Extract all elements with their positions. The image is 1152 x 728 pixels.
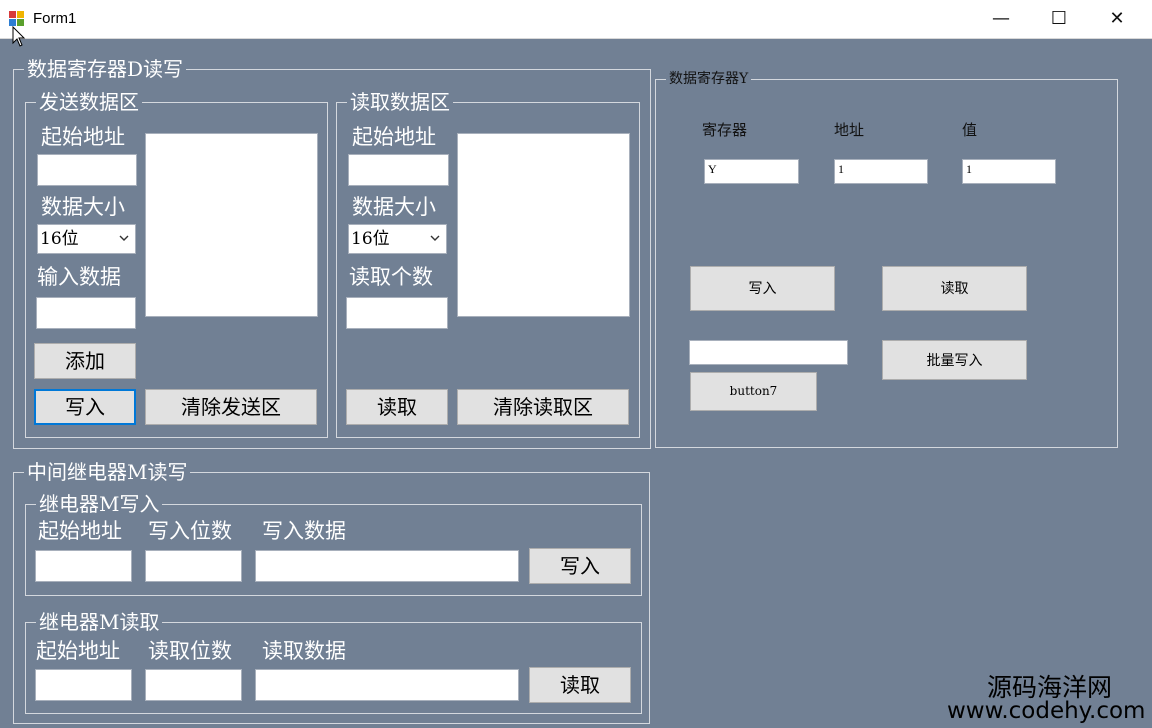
maximize-icon: ☐ xyxy=(1050,8,1068,29)
clear-read-area-button[interactable]: 清除读取区 xyxy=(457,389,629,425)
address-label: 地址 xyxy=(834,122,865,139)
m-write-bits-label: 写入位数 xyxy=(148,519,232,543)
read-data-group-title: 读取数据区 xyxy=(347,90,453,114)
m-read-bits-label: 读取位数 xyxy=(148,639,232,663)
chevron-down-icon xyxy=(430,235,440,241)
input-data-label: 输入数据 xyxy=(37,265,121,289)
y-read-button[interactable]: 读取 xyxy=(882,266,1027,311)
send-start-address-label: 起始地址 xyxy=(41,125,125,149)
y-register-group-title: 数据寄存器Y xyxy=(666,70,752,88)
m-read-button[interactable]: 读取 xyxy=(529,667,631,703)
title-bar: Form1 — ☐ ✕ xyxy=(0,0,1152,39)
read-start-address-label: 起始地址 xyxy=(352,125,436,149)
m-relay-group: 中间继电器M读写 继电器M写入 起始地址 写入位数 写入数据 写入 继电器M读取… xyxy=(13,460,650,724)
window-title: Form1 xyxy=(33,10,77,27)
m-relay-write-group: 继电器M写入 起始地址 写入位数 写入数据 写入 xyxy=(25,492,642,596)
d-register-group-title: 数据寄存器D读写 xyxy=(24,57,187,81)
address-input[interactable]: 1 xyxy=(834,159,928,184)
write-button[interactable]: 写入 xyxy=(34,389,136,425)
read-data-group: 读取数据区 起始地址 数据大小 16位 读取个数 读取 清除读取区 xyxy=(336,90,640,438)
send-data-listbox[interactable] xyxy=(145,133,318,317)
button7[interactable]: button7 xyxy=(690,372,817,411)
send-start-address-input[interactable] xyxy=(37,154,137,186)
send-data-size-label: 数据大小 xyxy=(41,195,125,219)
m-read-data-input[interactable] xyxy=(255,669,519,701)
m-relay-read-group-title: 继电器M读取 xyxy=(36,610,163,634)
m-write-button[interactable]: 写入 xyxy=(529,548,631,584)
m-relay-group-title: 中间继电器M读写 xyxy=(24,460,191,484)
batch-input[interactable] xyxy=(689,340,848,365)
add-button[interactable]: 添加 xyxy=(34,343,136,379)
close-button[interactable]: ✕ xyxy=(1088,0,1146,38)
chevron-down-icon xyxy=(119,235,129,241)
read-data-size-value: 16位 xyxy=(351,229,390,249)
clear-send-area-button[interactable]: 清除发送区 xyxy=(145,389,317,425)
m-write-data-label: 写入数据 xyxy=(262,519,346,543)
m-relay-read-group: 继电器M读取 起始地址 读取位数 读取数据 读取 xyxy=(25,610,642,714)
maximize-button[interactable]: ☐ xyxy=(1030,0,1088,38)
m-read-bits-input[interactable] xyxy=(145,669,242,701)
register-input[interactable]: Y xyxy=(704,159,799,184)
m-write-bits-input[interactable] xyxy=(145,550,242,582)
read-button[interactable]: 读取 xyxy=(346,389,448,425)
close-icon: ✕ xyxy=(1109,8,1125,29)
send-data-size-value: 16位 xyxy=(40,229,79,249)
m-write-start-address-label: 起始地址 xyxy=(38,519,122,543)
read-count-input[interactable] xyxy=(346,297,448,329)
read-data-listbox[interactable] xyxy=(457,133,630,317)
read-data-size-select[interactable]: 16位 xyxy=(348,224,447,254)
read-start-address-input[interactable] xyxy=(348,154,449,186)
send-data-size-select[interactable]: 16位 xyxy=(37,224,136,254)
m-read-start-address-input[interactable] xyxy=(35,669,132,701)
m-read-data-label: 读取数据 xyxy=(262,639,346,663)
form-client-area: 数据寄存器D读写 发送数据区 起始地址 数据大小 16位 输入数据 添加 写入 … xyxy=(0,39,1152,728)
app-icon xyxy=(9,11,25,27)
m-relay-write-group-title: 继电器M写入 xyxy=(36,492,163,516)
register-label: 寄存器 xyxy=(702,122,748,139)
y-write-button[interactable]: 写入 xyxy=(690,266,835,311)
value-label: 值 xyxy=(962,122,978,139)
m-write-start-address-input[interactable] xyxy=(35,550,132,582)
send-data-group: 发送数据区 起始地址 数据大小 16位 输入数据 添加 写入 清除发送区 xyxy=(25,90,328,438)
read-count-label: 读取个数 xyxy=(349,265,433,289)
value-input[interactable]: 1 xyxy=(962,159,1056,184)
batch-write-button[interactable]: 批量写入 xyxy=(882,340,1027,380)
m-read-start-address-label: 起始地址 xyxy=(36,639,120,663)
d-register-group: 数据寄存器D读写 发送数据区 起始地址 数据大小 16位 输入数据 添加 写入 … xyxy=(13,57,651,449)
mouse-cursor-icon xyxy=(12,26,26,47)
y-register-group: 数据寄存器Y 寄存器 地址 值 Y 1 1 写入 读取 批量写入 button7 xyxy=(655,70,1118,448)
read-data-size-label: 数据大小 xyxy=(352,195,436,219)
minimize-button[interactable]: — xyxy=(972,0,1030,38)
send-data-group-title: 发送数据区 xyxy=(36,90,142,114)
input-data-field[interactable] xyxy=(36,297,136,329)
minimize-icon: — xyxy=(992,8,1010,29)
m-write-data-input[interactable] xyxy=(255,550,519,582)
watermark-url: www.codehy.com xyxy=(947,698,1146,724)
